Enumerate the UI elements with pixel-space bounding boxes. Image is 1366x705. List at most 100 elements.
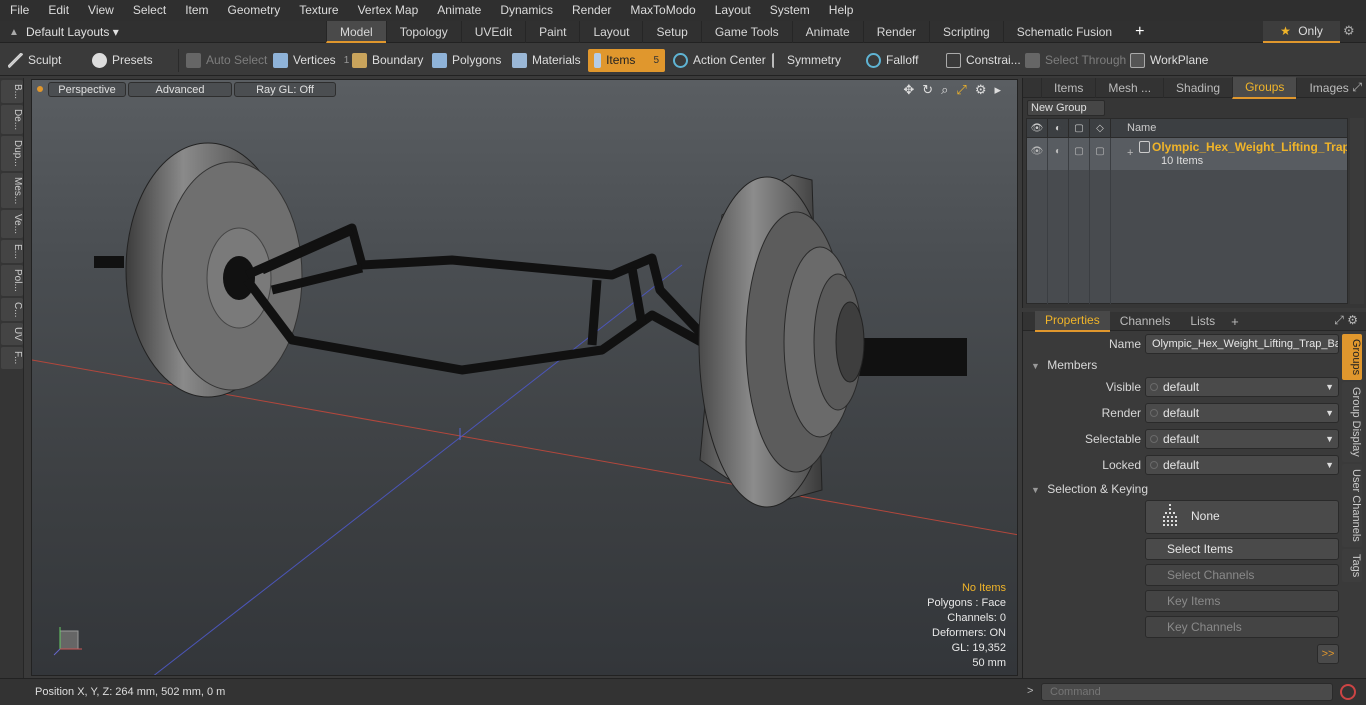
select-channels-button[interactable]: Select Channels bbox=[1145, 564, 1339, 586]
strip-tab-fusion[interactable]: F... bbox=[1, 347, 23, 369]
tab-scripting[interactable]: Scripting bbox=[929, 20, 1003, 43]
rotate-view-icon[interactable]: ↻ bbox=[922, 82, 933, 98]
locked-select[interactable]: default ▼ bbox=[1145, 455, 1339, 475]
render-select[interactable]: default ▼ bbox=[1145, 403, 1339, 423]
tab-model[interactable]: Model bbox=[326, 20, 386, 43]
polygons-button[interactable]: Polygons bbox=[432, 49, 501, 72]
collapse-icon[interactable]: ▲ bbox=[9, 27, 19, 38]
select-items-button[interactable]: Select Items bbox=[1145, 538, 1339, 560]
group-lock-checkbox[interactable]: ▢ bbox=[1069, 138, 1090, 170]
layout-dropdown[interactable]: ▲ Default Layouts ▾ bbox=[0, 25, 150, 39]
vtab-tags[interactable]: Tags bbox=[1342, 548, 1362, 582]
group-select-checkbox[interactable]: ▢ bbox=[1090, 138, 1111, 170]
selectable-select[interactable]: default ▼ bbox=[1145, 429, 1339, 449]
action-center-button[interactable]: Action Center bbox=[673, 49, 766, 72]
key-items-button[interactable]: Key Items bbox=[1145, 590, 1339, 612]
tab-topology[interactable]: Topology bbox=[385, 20, 461, 43]
tab-items[interactable]: Items bbox=[1041, 77, 1095, 98]
strip-tab-polygon[interactable]: Pol... bbox=[1, 265, 23, 296]
record-macro-icon[interactable] bbox=[1340, 684, 1356, 700]
lock-column-icon[interactable]: ▢ bbox=[1069, 118, 1090, 138]
tab-lists[interactable]: Lists bbox=[1180, 312, 1225, 331]
tab-layout[interactable]: Layout bbox=[579, 20, 642, 43]
items-button[interactable]: Items 5 bbox=[588, 49, 665, 72]
tab-groups[interactable]: Groups bbox=[1232, 76, 1297, 99]
move-view-icon[interactable]: ✥ bbox=[903, 82, 914, 98]
falloff-button[interactable]: Falloff bbox=[866, 49, 918, 72]
tab-mesh[interactable]: Mesh ... bbox=[1095, 77, 1163, 98]
boundary-button[interactable]: Boundary bbox=[352, 49, 423, 72]
menu-render[interactable]: Render bbox=[562, 0, 620, 21]
select-through-button[interactable]: Select Through bbox=[1025, 49, 1126, 72]
workplane-button[interactable]: WorkPlane bbox=[1130, 49, 1208, 72]
select-column-icon[interactable]: ◇ bbox=[1090, 118, 1111, 138]
viewport-settings-icon[interactable]: ⚙ bbox=[975, 82, 987, 98]
raygl-button[interactable]: Ray GL: Off bbox=[234, 82, 336, 97]
group-list-scrollbar[interactable] bbox=[1350, 118, 1364, 304]
fit-view-icon[interactable]: ⤢ bbox=[956, 82, 966, 98]
constraints-button[interactable]: Constrai... bbox=[946, 49, 1021, 72]
menu-animate[interactable]: Animate bbox=[427, 0, 490, 21]
zoom-view-icon[interactable]: ⌕ bbox=[941, 82, 948, 98]
menu-layout[interactable]: Layout bbox=[705, 0, 760, 21]
symmetry-button[interactable]: Symmetry bbox=[772, 49, 841, 72]
sculpt-button[interactable]: Sculpt bbox=[8, 49, 61, 72]
group-render-icon[interactable]: ◐ bbox=[1048, 138, 1069, 170]
group-row[interactable]: 👁 ◐ ▢ ▢ + Olympic_Hex_Weight_Lifting_Tra… bbox=[1027, 138, 1347, 170]
advanced-button[interactable]: Advanced bbox=[128, 82, 232, 97]
menu-item[interactable]: Item bbox=[175, 0, 217, 21]
members-section[interactable]: ▼ Members bbox=[1031, 358, 1341, 374]
tab-uvedit[interactable]: UVEdit bbox=[460, 20, 525, 43]
menu-help[interactable]: Help bbox=[819, 0, 863, 21]
menu-edit[interactable]: Edit bbox=[38, 0, 78, 21]
strip-tab-uv[interactable]: UV bbox=[1, 323, 23, 346]
tab-paint[interactable]: Paint bbox=[525, 20, 579, 43]
key-channels-button[interactable]: Key Channels bbox=[1145, 616, 1339, 638]
3d-viewport[interactable]: Perspective Advanced Ray GL: Off ✥ ↻ ⌕ ⤢… bbox=[31, 79, 1018, 676]
presets-button[interactable]: Presets bbox=[92, 49, 153, 72]
render-column-icon[interactable]: ◐ bbox=[1048, 118, 1069, 138]
expand-arrow-icon[interactable]: ▸ bbox=[994, 82, 1001, 98]
tab-channels[interactable]: Channels bbox=[1110, 312, 1181, 331]
viewport-menu-dot[interactable] bbox=[37, 86, 43, 92]
vertices-button[interactable]: Vertices 1 bbox=[273, 49, 349, 72]
menu-texture[interactable]: Texture bbox=[289, 0, 347, 21]
tab-animate[interactable]: Animate bbox=[791, 20, 863, 43]
tab-game-tools[interactable]: Game Tools bbox=[700, 20, 792, 43]
menu-maxtomodo[interactable]: MaxToModo bbox=[620, 0, 704, 21]
none-button[interactable]: None bbox=[1145, 500, 1339, 534]
visible-select[interactable]: default ▼ bbox=[1145, 377, 1339, 397]
tab-properties[interactable]: Properties bbox=[1035, 310, 1110, 332]
properties-settings-icon[interactable]: ⤢ ⚙ bbox=[1334, 313, 1358, 328]
menu-select[interactable]: Select bbox=[123, 0, 175, 21]
tab-shading[interactable]: Shading bbox=[1163, 77, 1232, 98]
selection-keying-section[interactable]: ▼ Selection & Keying bbox=[1031, 482, 1341, 498]
strip-tab-edge[interactable]: E... bbox=[1, 240, 23, 264]
strip-tab-vertex[interactable]: Ve... bbox=[1, 210, 23, 239]
group-visibility-icon[interactable]: 👁 bbox=[1027, 138, 1048, 170]
expand-group-icon[interactable]: + bbox=[1127, 147, 1133, 159]
add-properties-tab-button[interactable]: + bbox=[1225, 314, 1245, 329]
add-tab-button[interactable]: + bbox=[1125, 21, 1154, 43]
menu-view[interactable]: View bbox=[78, 0, 123, 21]
visibility-column-icon[interactable]: 👁 bbox=[1027, 118, 1048, 138]
gear-icon[interactable]: ⚙ bbox=[1343, 23, 1355, 39]
vtab-group-display[interactable]: Group Display bbox=[1342, 382, 1362, 462]
menu-system[interactable]: System bbox=[760, 0, 819, 21]
strip-tab-deform[interactable]: De... bbox=[1, 105, 23, 135]
menu-dynamics[interactable]: Dynamics bbox=[490, 0, 562, 21]
strip-tab-basic[interactable]: B... bbox=[1, 80, 23, 104]
menu-geometry[interactable]: Geometry bbox=[218, 0, 290, 21]
perspective-button[interactable]: Perspective bbox=[48, 82, 126, 97]
panel-expand-icon[interactable]: ⤢ bbox=[1352, 80, 1362, 95]
strip-tab-mesh-edit[interactable]: Mes... bbox=[1, 172, 23, 209]
strip-tab-curve[interactable]: C... bbox=[1, 297, 23, 322]
vtab-groups[interactable]: Groups bbox=[1342, 334, 1362, 381]
strip-tab-duplicate[interactable]: Dup... bbox=[1, 136, 23, 171]
materials-button[interactable]: Materials bbox=[512, 49, 581, 72]
command-input[interactable] bbox=[1041, 683, 1333, 701]
menu-file[interactable]: File bbox=[0, 0, 38, 21]
name-field[interactable]: Olympic_Hex_Weight_Lifting_Trap_Ba bbox=[1145, 334, 1339, 354]
auto-select-button[interactable]: Auto Select bbox=[186, 49, 267, 72]
tab-render[interactable]: Render bbox=[862, 20, 929, 43]
